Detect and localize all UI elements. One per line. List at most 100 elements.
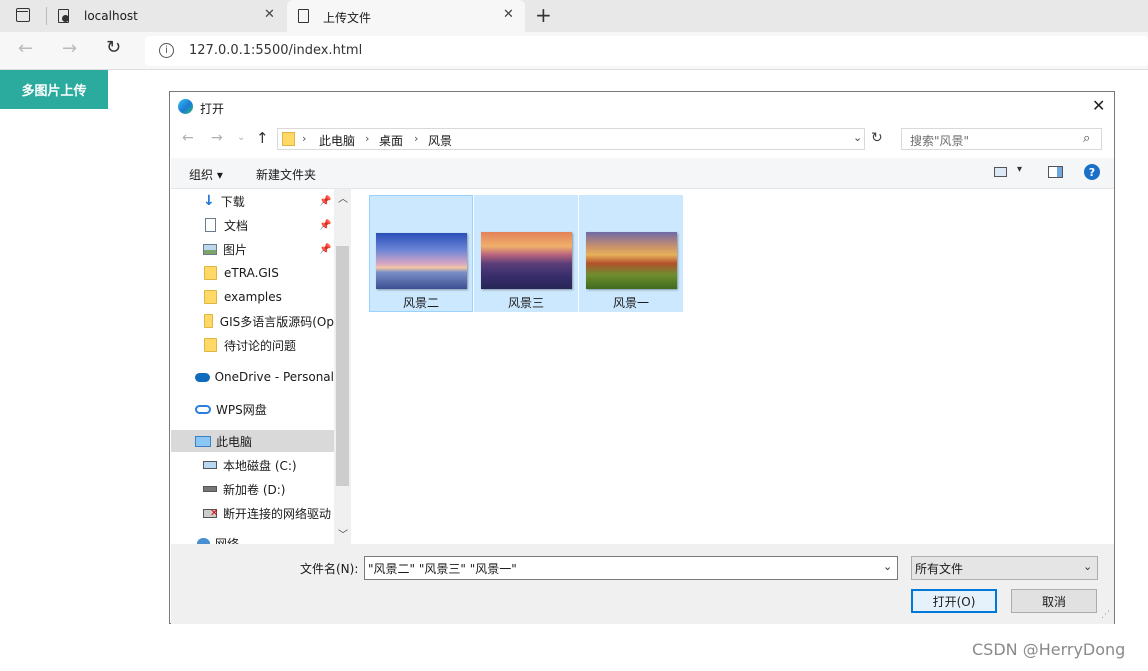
chevron-right-icon: ›	[302, 132, 307, 145]
pin-icon[interactable]: 📌	[319, 196, 331, 207]
filename-label: 文件名(N):	[300, 562, 359, 576]
refresh-icon[interactable]: ↻	[871, 130, 883, 146]
file-item-scenery-2[interactable]: 风景二	[369, 195, 473, 312]
nav-item-drive-d[interactable]: 新加卷 (D:)	[171, 478, 334, 500]
nav-item-downloads[interactable]: ↓ 下载 📌	[171, 190, 334, 212]
file-open-dialog: 打开 ✕ ← → ⌄ ↑ › 此电脑 › 桌面 › 风景 ⌄ ↻ 搜索"风景" …	[169, 91, 1115, 624]
new-tab-icon[interactable]: +	[535, 3, 552, 27]
autumn-field-thumbnail	[585, 232, 677, 289]
tab-actions-icon[interactable]	[16, 8, 30, 22]
file-name: 风景一	[612, 296, 649, 310]
nav-item-label: 下载	[220, 194, 245, 209]
chevron-down-icon[interactable]: ⌄	[1083, 560, 1092, 573]
open-button[interactable]: 打开(O)	[911, 589, 997, 613]
folder-icon	[204, 338, 217, 352]
mountain-sunset-thumbnail	[480, 232, 572, 289]
folder-icon	[204, 266, 217, 280]
folder-icon	[282, 132, 295, 146]
breadcrumb-scenery[interactable]: 风景	[428, 132, 452, 149]
nav-item-label: 本地磁盘 (C:)	[223, 458, 297, 473]
browser-tab-strip: localhost ✕ 上传文件 ✕ +	[0, 0, 1148, 32]
up-arrow-icon[interactable]: ↑	[256, 129, 269, 147]
search-input[interactable]: 搜索"风景" ⌕	[901, 128, 1102, 150]
file-item-scenery-1[interactable]: 风景一	[579, 195, 683, 312]
edge-logo-icon	[178, 99, 193, 114]
computer-icon	[195, 435, 211, 447]
address-bar[interactable]: i 127.0.0.1:5500/index.html	[145, 36, 1148, 66]
command-bar: 组织 ▾ 新建文件夹 ▾ ?	[171, 158, 1114, 189]
pin-icon[interactable]: 📌	[319, 220, 331, 231]
refresh-icon[interactable]: ↻	[106, 37, 121, 58]
view-options-icon[interactable]	[994, 167, 1007, 177]
close-icon[interactable]: ✕	[503, 7, 514, 22]
tab-title: localhost	[84, 9, 138, 23]
search-icon[interactable]: ⌕	[1083, 131, 1090, 146]
folder-address-bar[interactable]: › 此电脑 › 桌面 › 风景 ⌄	[277, 128, 865, 150]
chevron-right-icon[interactable]: ›	[365, 132, 369, 145]
info-icon[interactable]: i	[159, 43, 174, 58]
search-placeholder: 搜索"风景"	[910, 134, 970, 148]
resize-grip-icon[interactable]: ⋰	[1101, 610, 1110, 620]
filename-input[interactable]: "风景二" "风景三" "风景一" ⌄	[364, 556, 898, 580]
chevron-down-icon[interactable]: ▾	[1017, 164, 1022, 175]
tab-divider	[46, 7, 47, 25]
nav-item-label: 网络	[215, 536, 240, 545]
back-arrow-icon[interactable]: ←	[182, 130, 194, 146]
url-text[interactable]: 127.0.0.1:5500/index.html	[189, 43, 362, 58]
nav-item-wps-drive[interactable]: WPS网盘	[171, 398, 334, 420]
filename-value[interactable]: "风景二" "风景三" "风景一"	[368, 560, 517, 577]
nav-item-gis-source[interactable]: GIS多语言版源码(Op	[171, 310, 334, 332]
forward-arrow-icon[interactable]: →	[62, 38, 77, 59]
nav-item-examples[interactable]: examples	[171, 286, 334, 308]
organize-menu[interactable]: 组织 ▾	[189, 166, 223, 183]
watermark: CSDN @HerryDong	[972, 640, 1126, 659]
file-item-scenery-3[interactable]: 风景三	[474, 195, 578, 312]
nav-item-pending-issues[interactable]: 待讨论的问题	[171, 334, 334, 356]
nav-item-this-pc[interactable]: 此电脑	[171, 430, 334, 452]
nav-item-label: 断开连接的网络驱动	[223, 506, 332, 521]
nav-item-documents[interactable]: 文档 📌	[171, 214, 334, 236]
new-folder-button[interactable]: 新建文件夹	[256, 166, 316, 183]
navigation-scrollbar[interactable]: ︿ ﹀	[334, 189, 351, 544]
tab-localhost[interactable]: localhost ✕	[50, 0, 284, 32]
nav-item-label: 待讨论的问题	[224, 338, 297, 353]
back-arrow-icon[interactable]: ←	[18, 38, 33, 59]
chevron-down-icon[interactable]: ﹀	[338, 526, 348, 541]
breadcrumb-this-pc[interactable]: 此电脑	[319, 132, 355, 149]
chevron-right-icon[interactable]: ›	[414, 132, 418, 145]
forward-arrow-icon[interactable]: →	[211, 130, 223, 146]
nav-item-drive-c[interactable]: 本地磁盘 (C:)	[171, 454, 334, 476]
filetype-select[interactable]: 所有文件 ⌄	[911, 556, 1098, 580]
file-list-view: 风景二 风景三 风景一	[352, 189, 1114, 544]
disconnected-drive-icon: ✕	[203, 508, 218, 519]
chevron-down-icon[interactable]: ⌄	[853, 131, 862, 144]
nav-item-label: 新加卷 (D:)	[223, 482, 286, 497]
help-icon[interactable]: ?	[1084, 164, 1100, 180]
cancel-button[interactable]: 取消	[1011, 589, 1097, 613]
drive-c-icon	[203, 461, 217, 469]
nav-item-pictures[interactable]: 图片 📌	[171, 238, 334, 260]
file-name: 风景三	[507, 296, 544, 310]
chevron-down-icon[interactable]: ⌄	[237, 132, 245, 143]
chevron-down-icon[interactable]: ⌄	[883, 560, 892, 573]
pin-icon[interactable]: 📌	[319, 244, 331, 255]
nav-item-onedrive[interactable]: OneDrive - Personal	[171, 366, 334, 388]
close-icon[interactable]: ✕	[1092, 96, 1105, 115]
nav-item-network[interactable]: 网络	[171, 532, 334, 544]
breadcrumb-desktop[interactable]: 桌面	[379, 132, 403, 149]
dialog-title: 打开	[200, 102, 225, 116]
tab-title: 上传文件	[323, 11, 372, 25]
page-icon	[298, 9, 309, 23]
nav-item-label: OneDrive - Personal	[214, 370, 334, 384]
chevron-up-icon[interactable]: ︿	[338, 190, 348, 205]
scrollbar-thumb[interactable]	[336, 246, 349, 486]
nav-item-etra-gis[interactable]: eTRA.GIS	[171, 262, 334, 284]
close-icon[interactable]: ✕	[264, 7, 275, 22]
nav-item-label: 此电脑	[216, 434, 253, 449]
multi-image-upload-button[interactable]: 多图片上传	[0, 70, 108, 109]
preview-pane-icon[interactable]	[1048, 166, 1063, 178]
tab-upload[interactable]: 上传文件 ✕	[287, 0, 525, 32]
nav-item-disconnected-drive[interactable]: ✕ 断开连接的网络驱动	[171, 502, 334, 524]
pictures-icon	[203, 243, 217, 255]
folder-icon	[204, 290, 217, 304]
